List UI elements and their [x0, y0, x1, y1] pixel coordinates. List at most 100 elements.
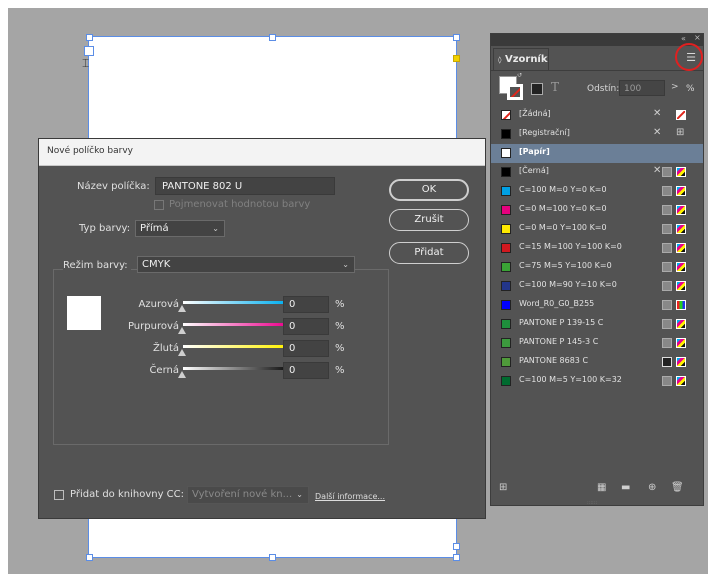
- selection-handle[interactable]: [453, 34, 460, 41]
- swatch-row[interactable]: C=75 M=5 Y=100 K=0: [491, 258, 703, 277]
- cmyk-mode-icon: [676, 338, 686, 348]
- swatch-row[interactable]: [Papír]: [491, 144, 703, 163]
- text-formatting-icon[interactable]: T: [551, 80, 559, 94]
- close-icon[interactable]: ×: [694, 33, 701, 42]
- slider-thumb[interactable]: [178, 371, 186, 378]
- swatch-row[interactable]: C=0 M=0 Y=100 K=0: [491, 220, 703, 239]
- resize-grip-icon[interactable]: ::::::: [587, 500, 597, 506]
- registration-icon: ⊞: [676, 127, 685, 138]
- slider-track[interactable]: [183, 323, 287, 326]
- slider-unit: %: [335, 299, 345, 310]
- swatch-row[interactable]: PANTONE P 139-15 C: [491, 315, 703, 334]
- slider-input[interactable]: 0: [283, 318, 329, 335]
- swatch-name: [Registrační]: [519, 128, 570, 137]
- slider-unit: %: [335, 321, 345, 332]
- tint-arrow-icon[interactable]: >: [671, 82, 679, 92]
- color-mode-value: CMYK: [142, 259, 171, 270]
- swatch-row[interactable]: PANTONE 8683 C: [491, 353, 703, 372]
- stroke-box[interactable]: [507, 84, 523, 100]
- swatch-name: PANTONE P 139-15 C: [519, 318, 604, 327]
- library-select[interactable]: Vytvoření nové kn... ⌄: [187, 486, 309, 504]
- add-button[interactable]: Přidat: [389, 242, 469, 264]
- container-icon[interactable]: [531, 83, 543, 95]
- trash-icon[interactable]: 🗑: [671, 482, 684, 493]
- tab-arrows-icon: ◊: [498, 56, 502, 64]
- ok-button[interactable]: OK: [389, 179, 469, 201]
- chevron-down-icon: ⌄: [296, 490, 303, 499]
- swap-icon[interactable]: ↺: [517, 72, 522, 79]
- selection-handle[interactable]: [86, 554, 93, 561]
- color-mode-select[interactable]: CMYK ⌄: [137, 256, 355, 273]
- slider-input[interactable]: 0: [283, 362, 329, 379]
- slider-thumb[interactable]: [178, 349, 186, 356]
- slider-track[interactable]: [183, 301, 287, 304]
- swatch-row[interactable]: C=100 M=0 Y=0 K=0: [491, 182, 703, 201]
- swatch-row[interactable]: [Žádná] ✕: [491, 106, 703, 125]
- process-color-icon: [662, 300, 672, 310]
- slider-input[interactable]: 0: [283, 296, 329, 313]
- fill-stroke-selector[interactable]: ↺: [499, 72, 523, 100]
- swatch-row[interactable]: C=0 M=100 Y=0 K=0: [491, 201, 703, 220]
- swatch-name-input[interactable]: PANTONE 802 U: [155, 177, 335, 195]
- slider-thumb[interactable]: [178, 327, 186, 334]
- slider-track[interactable]: [183, 345, 287, 348]
- slider-input[interactable]: 0: [283, 340, 329, 357]
- new-swatch-icon[interactable]: ⊕: [648, 482, 656, 493]
- swatch-chip: [501, 129, 511, 139]
- process-color-icon: [662, 167, 672, 177]
- swatch-row[interactable]: [Černá] ✕: [491, 163, 703, 182]
- swatch-row[interactable]: C=100 M=5 Y=100 K=32: [491, 372, 703, 391]
- swatch-chip: [501, 376, 511, 386]
- highlight-circle: [675, 43, 703, 71]
- in-port-icon[interactable]: [84, 46, 94, 56]
- slider-row: Purpurová 0%: [91, 318, 371, 338]
- tab-divider: [491, 70, 703, 71]
- cmyk-mode-icon: [676, 243, 686, 253]
- slider-thumb[interactable]: [178, 305, 186, 312]
- slider-track[interactable]: [183, 367, 287, 370]
- process-color-icon: [662, 376, 672, 386]
- tint-input[interactable]: 100: [619, 80, 665, 96]
- swatch-list: [Žádná] ✕ [Registrační] ✕ ⊞ [Papír] [Černá] ✕ C=…: [491, 106, 703, 406]
- panel-drag-bar[interactable]: « ×: [491, 33, 703, 46]
- tint-label: Odstín:: [587, 84, 620, 94]
- overset-handle[interactable]: [453, 55, 460, 62]
- swatch-name: [Papír]: [519, 147, 550, 156]
- process-color-icon: [662, 243, 672, 253]
- text-cursor-icon: ⌶: [82, 56, 90, 70]
- swatch-row[interactable]: Word_R0_G0_B255: [491, 296, 703, 315]
- process-color-icon: [662, 205, 672, 215]
- swatch-row[interactable]: PANTONE P 145-3 C: [491, 334, 703, 353]
- show-kinds-icon[interactable]: ⊞: [499, 482, 507, 493]
- more-info-link[interactable]: Další informace...: [315, 492, 385, 501]
- selection-handle[interactable]: [453, 543, 460, 550]
- dialog-titlebar[interactable]: Nové políčko barvy: [39, 139, 485, 166]
- tab-swatches[interactable]: ◊ Vzorník: [493, 48, 549, 70]
- non-editable-icon: ✕: [653, 127, 662, 138]
- cmyk-mode-icon: [676, 281, 686, 291]
- color-type-select[interactable]: Přímá ⌄: [135, 220, 225, 237]
- swatch-name: [Černá]: [519, 166, 549, 175]
- swatch-chip: [501, 319, 511, 329]
- none-icon: [676, 110, 686, 120]
- swatch-row[interactable]: C=100 M=90 Y=10 K=0: [491, 277, 703, 296]
- collapse-icon[interactable]: «: [681, 34, 686, 43]
- new-color-group-icon[interactable]: ▦: [597, 482, 606, 493]
- process-color-icon: [662, 319, 672, 329]
- selection-handle[interactable]: [86, 34, 93, 41]
- slider-row: Žlutá 0%: [91, 340, 371, 360]
- selection-handle[interactable]: [269, 554, 276, 561]
- swatch-name: C=100 M=90 Y=10 K=0: [519, 280, 617, 289]
- cancel-button[interactable]: Zrušit: [389, 209, 469, 231]
- name-by-value-checkbox[interactable]: [154, 200, 164, 210]
- cmyk-mode-icon: [676, 319, 686, 329]
- swatch-chip: [501, 357, 511, 367]
- swatch-row[interactable]: C=15 M=100 Y=100 K=0: [491, 239, 703, 258]
- swatch-chip: [501, 167, 511, 177]
- add-to-library-checkbox[interactable]: [54, 490, 64, 500]
- swatch-row[interactable]: [Registrační] ✕ ⊞: [491, 125, 703, 144]
- folder-icon[interactable]: ▬: [621, 482, 630, 493]
- swatch-chip: [501, 281, 511, 291]
- selection-handle[interactable]: [269, 34, 276, 41]
- selection-handle[interactable]: [453, 554, 460, 561]
